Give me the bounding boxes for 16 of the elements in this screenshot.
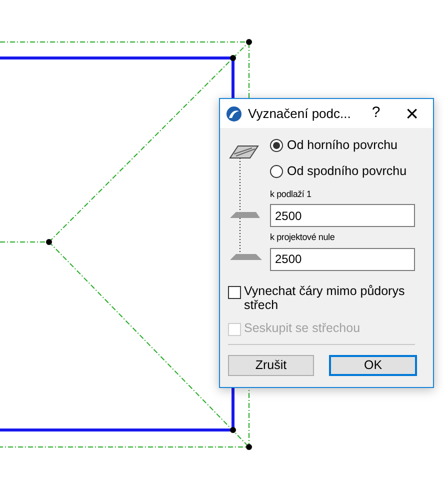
dialog-button[interactable]: OK xyxy=(329,354,417,376)
radio-button[interactable] xyxy=(270,164,283,178)
dialog-button[interactable]: Zrušit xyxy=(228,354,314,376)
checkbox[interactable] xyxy=(228,286,241,299)
input-field[interactable]: 2500 xyxy=(270,204,415,227)
field-label: k podlaží 1 xyxy=(270,188,312,201)
window-title: Vyznačení podc... xyxy=(248,104,352,123)
field-label: k projektové nule xyxy=(270,231,336,244)
close-button[interactable]: × xyxy=(397,102,427,124)
help-button[interactable]: ? xyxy=(361,102,391,125)
input-field[interactable]: 2500 xyxy=(270,248,415,270)
app-icon xyxy=(226,106,242,122)
radio-button[interactable] xyxy=(270,138,283,152)
radio-option[interactable]: Od horního povrchu xyxy=(270,136,425,155)
radio-option[interactable]: Od spodního povrchu xyxy=(270,162,425,180)
checkbox-option[interactable]: Vynechat čáry mimo půdorys střech xyxy=(228,284,408,313)
